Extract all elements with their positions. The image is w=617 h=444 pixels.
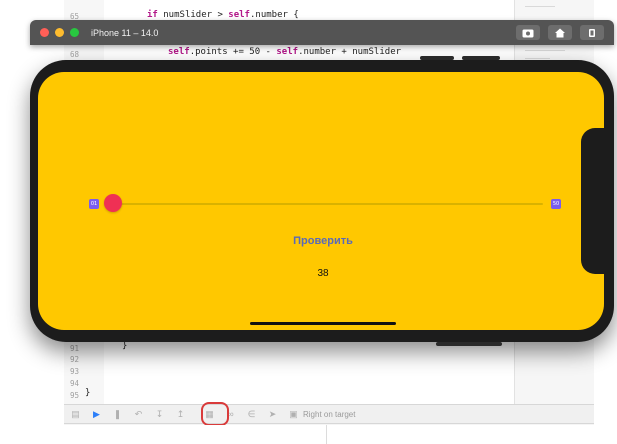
line-number: 91: [70, 344, 80, 353]
home-icon: [555, 28, 565, 37]
environment-overrides-icon[interactable]: ∈: [246, 409, 257, 420]
breakpoints-icon[interactable]: ▶: [91, 409, 102, 420]
device-notch: [581, 128, 614, 274]
location-label: Right on target: [303, 409, 356, 419]
highlight-circle: [201, 402, 229, 426]
debug-area: [64, 425, 594, 444]
code-line: self.points += 50 - self.number + numSli…: [168, 47, 402, 57]
hide-debug-area-icon[interactable]: ▤: [70, 409, 81, 420]
volume-button: [462, 56, 500, 60]
target-icon: ▣: [289, 408, 298, 419]
pause-icon[interactable]: ❚: [112, 409, 123, 420]
debug-toolbar: ▤ ▶ ❚ ↶ ↧ ↥ ▦ ∞ ∈ ➤ ▣ Right on target: [64, 404, 594, 424]
rotate-button[interactable]: [580, 25, 604, 40]
simulator-title: iPhone 11 – 14.0: [91, 27, 159, 38]
code-line: }: [122, 341, 128, 351]
line-number: 68: [70, 50, 80, 59]
slider-track[interactable]: [113, 203, 543, 205]
line-number: 92: [70, 355, 80, 364]
screenshot-button[interactable]: [516, 25, 540, 40]
minimize-window-button[interactable]: [55, 28, 64, 37]
line-number: 94: [70, 379, 80, 388]
power-button: [436, 342, 502, 346]
simulator-titlebar: iPhone 11 – 14.0: [30, 20, 614, 45]
simulate-location-icon[interactable]: ➤: [267, 409, 278, 420]
step-over-icon[interactable]: ↶: [133, 409, 144, 420]
app-screen: 01 50 Проверить 38: [38, 72, 604, 330]
volume-button: [420, 56, 454, 60]
slider-min-label: 01: [89, 199, 99, 209]
zoom-window-button[interactable]: [70, 28, 79, 37]
home-indicator[interactable]: [250, 322, 396, 325]
code-line: }: [85, 388, 91, 398]
check-button[interactable]: Проверить: [268, 232, 378, 250]
step-out-icon[interactable]: ↥: [175, 409, 186, 420]
score-label: 38: [317, 268, 329, 279]
close-window-button[interactable]: [40, 28, 49, 37]
slider-thumb[interactable]: [104, 194, 122, 212]
step-in-icon[interactable]: ↧: [154, 409, 165, 420]
code-line: if numSlider > self.number {: [147, 10, 299, 20]
line-number: 93: [70, 367, 80, 376]
rotate-icon: [589, 28, 595, 37]
slider-max-label: 50: [551, 199, 561, 209]
home-button[interactable]: [548, 25, 572, 40]
screenshot-icon: [522, 29, 534, 37]
